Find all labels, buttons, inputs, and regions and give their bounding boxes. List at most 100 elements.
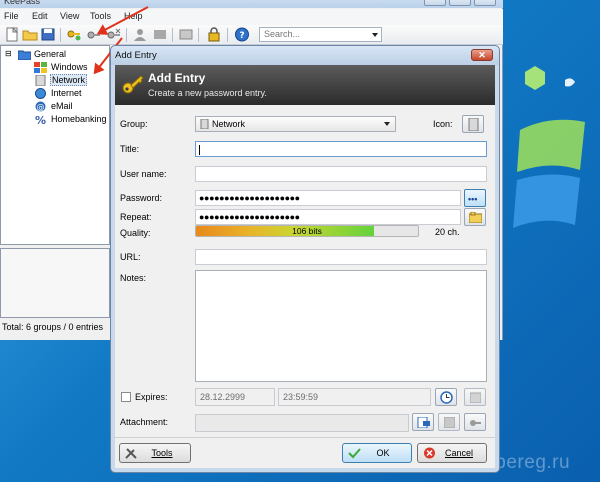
show-password-button[interactable]: •••	[464, 189, 486, 207]
menu-file[interactable]: File	[4, 11, 19, 21]
group-select-value: Network	[212, 119, 246, 129]
network-group-icon	[35, 75, 46, 86]
internet-group-icon	[35, 88, 46, 99]
menu-view[interactable]: View	[60, 11, 79, 21]
homebanking-group-icon: %	[35, 114, 46, 125]
main-close-button[interactable]	[474, 0, 496, 6]
quick-search-input[interactable]: Search...	[259, 27, 382, 42]
menu-bar: File Edit View Tools Help	[0, 9, 503, 25]
username-label: User name:	[120, 169, 167, 179]
entry-details-pane	[0, 248, 110, 318]
find-icon[interactable]	[178, 27, 194, 42]
password-generator-button[interactable]	[464, 208, 486, 226]
button-row-separator	[115, 437, 495, 438]
network-icon	[468, 118, 479, 131]
icon-label: Icon:	[433, 119, 453, 129]
group-select[interactable]: Network	[195, 116, 396, 132]
cancel-button[interactable]: Cancel	[417, 443, 487, 463]
search-placeholder: Search...	[264, 29, 301, 39]
quality-chars-text: 20 ch.	[435, 227, 460, 237]
tree-item-windows[interactable]: Windows	[51, 62, 88, 72]
tree-item-general[interactable]: General	[34, 49, 66, 59]
tree-collapse-icon[interactable]: ⊟	[5, 49, 12, 58]
expiry-presets-button[interactable]	[435, 388, 457, 406]
cancel-icon	[424, 447, 435, 459]
save-attachment-button[interactable]	[438, 413, 460, 431]
add-entry-dialog: Add Entry ✕ Add Entry Create a new passw…	[110, 45, 500, 473]
tree-item-homebanking[interactable]: Homebanking	[51, 114, 107, 124]
svg-text:?: ?	[239, 31, 244, 41]
tools-icon	[125, 448, 137, 459]
new-database-icon[interactable]	[4, 27, 20, 42]
quality-label: Quality:	[120, 228, 151, 238]
dialog-close-button[interactable]: ✕	[471, 49, 493, 61]
tree-item-email[interactable]: eMail	[51, 101, 73, 111]
minimize-button[interactable]	[424, 0, 446, 6]
main-title-text: KeePass	[4, 0, 41, 6]
expires-checkbox[interactable]	[121, 392, 131, 402]
copy-username-icon[interactable]	[132, 27, 148, 42]
expiry-date-field[interactable]: 28.12.2999	[195, 388, 275, 406]
windows-logo-icon	[513, 66, 585, 228]
save-icon[interactable]	[40, 27, 56, 42]
search-dropdown-icon[interactable]	[372, 33, 378, 37]
attach-file-button[interactable]	[412, 413, 434, 431]
attachment-field	[195, 414, 409, 432]
password-masked-value: ●●●●●●●●●●●●●●●●●●●●	[199, 193, 300, 203]
maximize-button[interactable]	[449, 0, 471, 6]
password-input[interactable]: ●●●●●●●●●●●●●●●●●●●●	[195, 190, 461, 206]
tree-item-network[interactable]: Network	[50, 74, 88, 86]
group-label: Group:	[120, 119, 148, 129]
ok-button[interactable]: OK	[342, 443, 412, 463]
key-banner-icon	[122, 75, 144, 94]
checkmark-icon	[348, 448, 361, 459]
banner-title: Add Entry	[148, 71, 206, 85]
dialog-banner: Add Entry Create a new password entry.	[115, 65, 495, 105]
title-input[interactable]	[195, 141, 487, 157]
lock-workspace-icon[interactable]	[206, 27, 222, 42]
repeat-masked-value: ●●●●●●●●●●●●●●●●●●●●	[199, 212, 300, 222]
group-tree: ⊟ General Windows Network Internet @ eMa…	[0, 45, 110, 245]
ok-button-label: OK	[376, 448, 390, 458]
svg-text:@: @	[37, 103, 45, 112]
toolbar-separator	[198, 28, 199, 42]
icon-picker-button[interactable]	[462, 115, 484, 133]
open-folder-icon[interactable]	[22, 27, 38, 42]
windows-group-icon	[34, 62, 47, 73]
email-group-icon: @	[35, 101, 46, 112]
show-password-dots: •••	[468, 194, 478, 204]
username-input[interactable]	[195, 166, 487, 182]
remove-attachment-icon	[470, 420, 481, 426]
repeat-password-input[interactable]: ●●●●●●●●●●●●●●●●●●●●	[195, 209, 461, 225]
copy-password-icon[interactable]	[152, 27, 168, 42]
help-icon[interactable]: ?	[234, 27, 250, 42]
dialog-title: Add Entry	[115, 50, 157, 61]
notes-textarea[interactable]	[195, 270, 487, 382]
calendar-icon	[470, 392, 481, 403]
attach-file-icon	[417, 417, 430, 428]
chevron-down-icon	[384, 122, 390, 126]
expiry-time-field[interactable]: 23:59:59	[278, 388, 431, 406]
toolbar-separator	[227, 28, 228, 42]
tools-button-label: Tools	[151, 448, 173, 458]
network-group-icon	[200, 119, 209, 129]
clock-icon	[440, 391, 453, 404]
add-entry-key-icon[interactable]	[66, 27, 82, 42]
toolbar-separator	[126, 28, 127, 42]
dialog-body: Add Entry Create a new password entry. G…	[115, 65, 495, 468]
svg-text:%: %	[35, 114, 46, 125]
main-toolbar: ? Search...	[0, 25, 503, 45]
menu-edit[interactable]: Edit	[32, 11, 48, 21]
tools-button[interactable]: Tools	[119, 443, 191, 463]
toolbar-separator	[172, 28, 173, 42]
tree-item-internet[interactable]: Internet	[51, 88, 82, 98]
expiry-calendar-button[interactable]	[464, 388, 486, 406]
url-input[interactable]	[195, 249, 487, 265]
remove-attachment-button[interactable]	[464, 413, 486, 431]
text-caret	[199, 144, 200, 155]
password-label: Password:	[120, 193, 163, 203]
folder-icon	[18, 50, 31, 60]
password-quality-bar: 106 bits	[195, 225, 419, 237]
menu-tools[interactable]: Tools	[90, 11, 111, 21]
banner-subtitle: Create a new password entry.	[148, 88, 267, 98]
